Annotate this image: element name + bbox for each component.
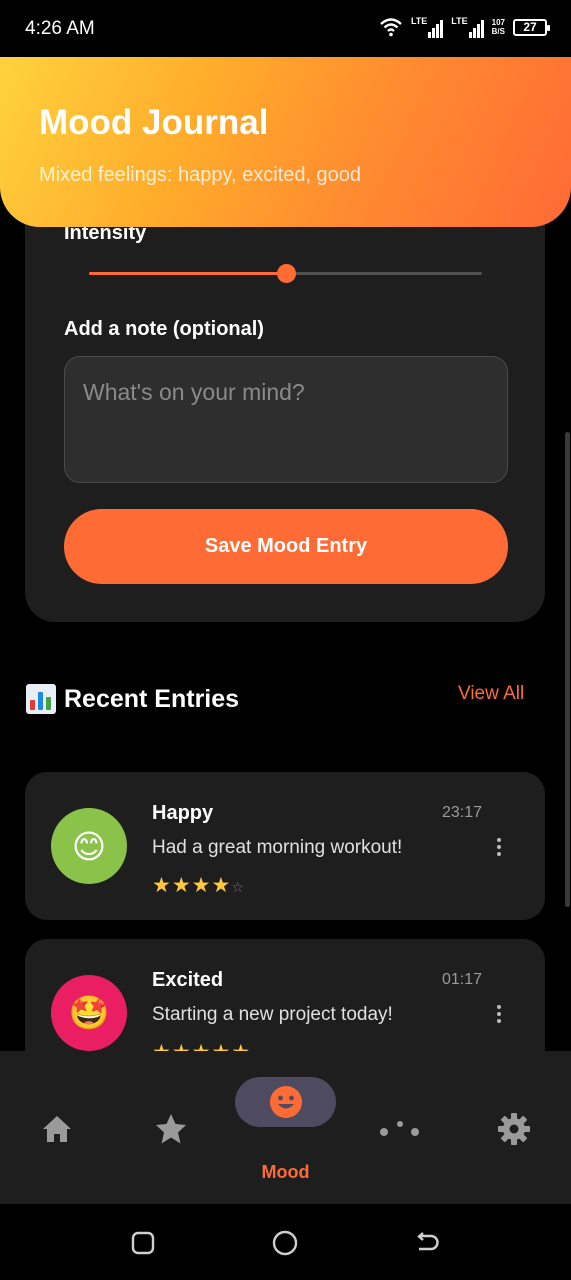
note-input[interactable] [64, 356, 508, 483]
slider-thumb[interactable] [276, 264, 296, 283]
signal-icon: LTE [451, 16, 484, 38]
dots-icon [380, 1121, 419, 1136]
happy-emoji-icon: 😊 [71, 827, 107, 865]
signal-label: LTE [451, 16, 468, 26]
status-time: 4:26 AM [25, 18, 95, 39]
entry-mood: Excited [152, 969, 224, 991]
page-title: Mood Journal [39, 103, 269, 142]
recents-icon[interactable] [131, 1231, 155, 1255]
app-header: Mood Journal Mixed feelings: happy, exci… [0, 57, 571, 227]
nav-mood[interactable] [235, 1077, 336, 1127]
status-icons: LTE LTE 107 B/S 27 [379, 16, 550, 38]
mood-avatar: 😊 [51, 808, 127, 884]
intensity-slider[interactable] [89, 264, 482, 284]
more-options-icon[interactable] [497, 1005, 503, 1023]
scrollbar[interactable] [565, 432, 570, 907]
bar-chart-icon [26, 684, 56, 714]
home-button-icon[interactable] [272, 1230, 298, 1256]
entry-note: Had a great morning workout! [152, 837, 403, 858]
star-filled-icon: ★ [191, 874, 212, 897]
mood-avatar: 🤩 [51, 975, 127, 1051]
entry-mood: Happy [152, 802, 214, 824]
net-speed-value: 107 [491, 18, 505, 27]
back-icon[interactable] [414, 1231, 440, 1255]
star-filled-icon: ★ [171, 874, 192, 897]
entry-rating: ★★★★☆ [152, 873, 245, 898]
wifi-icon [380, 18, 402, 37]
battery-icon: 27 [513, 18, 550, 36]
entry-note: Starting a new project today! [152, 1004, 393, 1025]
net-speed: 107 B/S [492, 18, 505, 36]
entry-time: 01:17 [441, 971, 482, 988]
star-filled-icon: ★ [152, 874, 172, 897]
star-filled-icon: ★ [211, 874, 232, 897]
net-speed-unit: B/S [491, 27, 505, 36]
bottom-nav: Mood [0, 1051, 571, 1204]
more-options-icon[interactable] [497, 838, 503, 856]
nav-insights[interactable] [378, 1109, 422, 1149]
entry-card[interactable]: 😊 Happy 23:17 Had a great morning workou… [25, 772, 545, 920]
slider-fill [89, 272, 286, 275]
system-nav-bar [0, 1204, 571, 1280]
star-struck-emoji-icon: 🤩 [68, 993, 110, 1031]
signal-label: LTE [410, 16, 428, 26]
battery-level: 27 [523, 20, 537, 34]
signal-icon: LTE [410, 16, 444, 38]
view-all-link[interactable]: View All [458, 683, 524, 705]
recent-entries-heading: Recent Entries [26, 684, 239, 714]
recent-entries-title: Recent Entries [64, 684, 240, 713]
nav-favorites[interactable] [151, 1109, 191, 1149]
status-bar: 4:26 AM LTE LTE 107 B/S 27 [0, 0, 571, 57]
home-icon [43, 1116, 71, 1142]
nav-settings[interactable] [494, 1109, 534, 1149]
nav-home[interactable] [37, 1109, 77, 1149]
star-icon [156, 1114, 186, 1144]
entry-time: 23:17 [441, 804, 482, 821]
note-label: Add a note (optional) [64, 318, 264, 340]
star-empty-icon: ☆ [231, 879, 245, 895]
mood-face-icon [269, 1086, 302, 1118]
mood-summary: Mixed feelings: happy, excited, good [39, 164, 362, 186]
nav-active-label: Mood [261, 1162, 310, 1182]
gear-icon [498, 1113, 530, 1145]
save-mood-button[interactable]: Save Mood Entry [64, 509, 508, 584]
